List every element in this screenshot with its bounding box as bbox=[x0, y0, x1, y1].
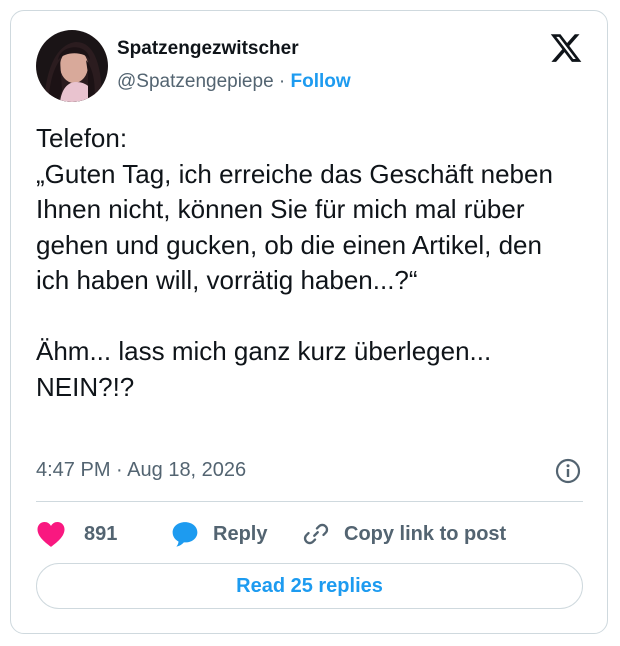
tweet-time: 4:47 PM bbox=[36, 459, 111, 481]
like-count: 891 bbox=[84, 522, 118, 545]
x-logo-icon[interactable] bbox=[549, 31, 583, 65]
author-handle[interactable]: @Spatzengepiepe bbox=[117, 71, 274, 92]
copy-link-button[interactable]: Copy link to post bbox=[302, 516, 506, 552]
link-icon bbox=[303, 523, 329, 545]
author-handle-row: @Spatzengepiepe · Follow bbox=[117, 71, 351, 93]
info-icon[interactable] bbox=[554, 457, 582, 485]
like-button[interactable]: 891 bbox=[36, 516, 117, 552]
heart-icon bbox=[37, 522, 65, 547]
author-display-name[interactable]: Spatzengezwitscher bbox=[117, 38, 299, 60]
divider bbox=[36, 501, 583, 502]
follow-button[interactable]: Follow bbox=[291, 71, 351, 92]
read-replies-label: Read 25 replies bbox=[236, 574, 383, 597]
tweet-card: Spatzengezwitscher @Spatzengepiepe · Fol… bbox=[10, 10, 608, 634]
copy-link-label: Copy link to post bbox=[344, 522, 507, 545]
avatar[interactable] bbox=[36, 30, 108, 102]
tweet-text: Telefon: „Guten Tag, ich erreiche das Ge… bbox=[36, 123, 553, 402]
tweet-timestamp[interactable]: 4:47 PM · Aug 18, 2026 bbox=[36, 459, 246, 482]
handle-separator: · bbox=[278, 71, 286, 92]
avatar-photo bbox=[36, 30, 108, 102]
action-bar: 891 Reply Copy link to post bbox=[36, 516, 583, 552]
reply-button[interactable]: Reply bbox=[171, 516, 267, 552]
date-separator: · bbox=[116, 459, 123, 481]
read-replies-button[interactable]: Read 25 replies bbox=[36, 563, 583, 609]
tweet-date: Aug 18, 2026 bbox=[127, 459, 247, 481]
speech-bubble-icon bbox=[172, 522, 198, 547]
reply-label: Reply bbox=[213, 522, 268, 545]
